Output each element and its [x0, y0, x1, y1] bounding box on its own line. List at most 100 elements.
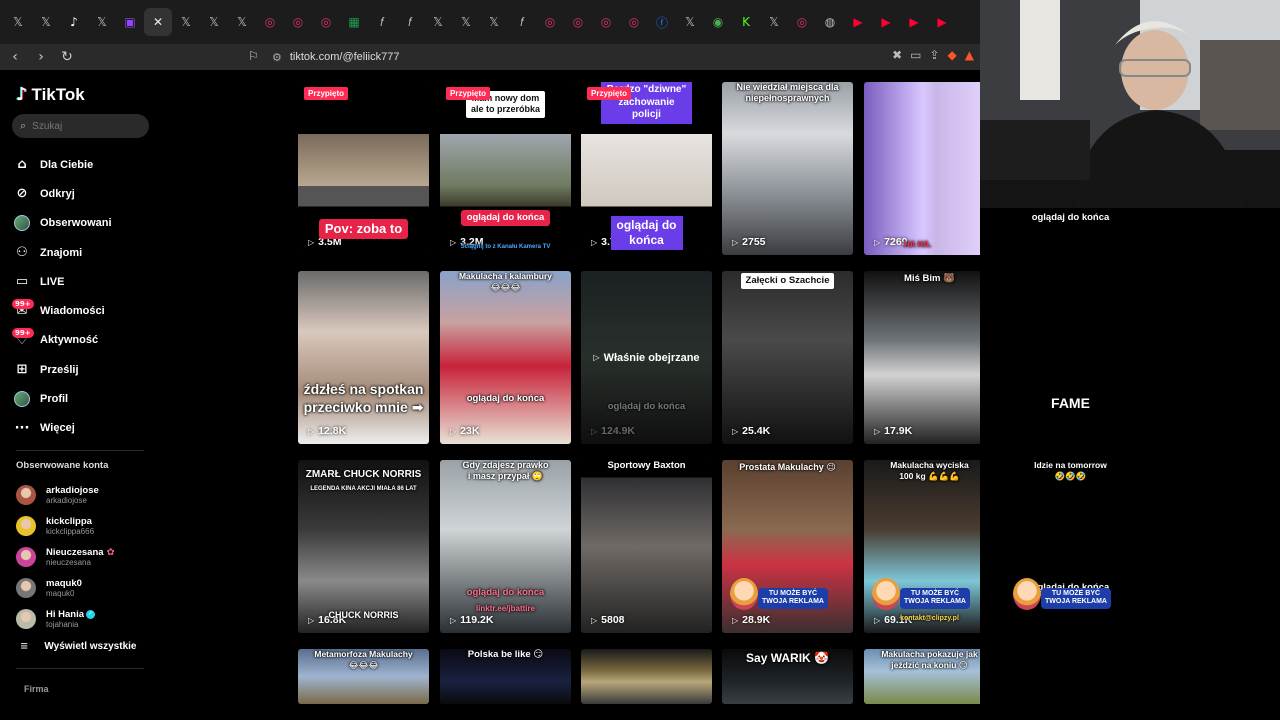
x-icon[interactable]: 𝕏 [32, 8, 60, 36]
url-field[interactable]: ⚙ tiktok.com/@feliick777 [272, 44, 399, 70]
video-card[interactable]: Sportowy Baxton ▷ 5808 [581, 460, 712, 633]
x-icon[interactable]: 𝕏 [424, 8, 452, 36]
instagram-icon[interactable]: ◎ [284, 8, 312, 36]
x-icon[interactable]: 𝕏 [88, 8, 116, 36]
youtube-icon[interactable]: ▶ [928, 8, 956, 36]
video-card[interactable]: PrzypiętoMam nowy dom ale to przeróbkaog… [440, 82, 571, 255]
sidebar-item-wiadomosci[interactable]: ✉ 99+ Wiadomości [12, 296, 112, 325]
instagram-icon[interactable]: ◎ [564, 8, 592, 36]
avatar [16, 546, 36, 567]
view-count: ▷ 2755 [732, 236, 766, 248]
sidebar-item-obserwowani[interactable]: Obserwowani [14, 209, 112, 238]
mute-icon[interactable]: ✖ [892, 48, 902, 62]
youtube-icon[interactable]: ▶ [900, 8, 928, 36]
sidebar-item-label: Znajomi [40, 246, 83, 259]
globe-icon[interactable]: ◍ [816, 8, 844, 36]
video-card[interactable]: Makulacha wyciska 100 kg 💪💪💪 kontakt@clip… [864, 460, 995, 633]
sidebar-item-live[interactable]: ▭ LIVE [14, 267, 112, 296]
script-icon[interactable]: 𝑓 [396, 8, 424, 36]
instagram-icon[interactable]: ◎ [788, 8, 816, 36]
firma-link[interactable]: Firma [24, 684, 49, 694]
video-caption: Metamorfoza Makulachy 😂😂😂 [314, 649, 413, 670]
x-icon[interactable]: 𝕏 [676, 8, 704, 36]
instagram-icon[interactable]: ◎ [620, 8, 648, 36]
avatar [16, 485, 36, 506]
video-caption: Idzie na tomorrow 🤣🤣🤣 [1034, 460, 1107, 481]
sidebar-item-znajomi[interactable]: ⚇ Znajomi [14, 238, 112, 267]
forward-icon[interactable]: › [30, 49, 52, 65]
instagram-icon[interactable]: ◎ [256, 8, 284, 36]
instagram-icon[interactable]: ◎ [312, 8, 340, 36]
video-card[interactable]: HA HA. ▷ 7269 [864, 82, 995, 255]
video-card[interactable]: Prostata Makulachy 😉 TU MOŻE BYĆ TWOJA RE… [722, 460, 853, 633]
share-icon[interactable]: ⇪ [929, 48, 939, 62]
sidebar-item-profil[interactable]: Profil [14, 384, 112, 413]
list-icon: ≡ [20, 641, 29, 652]
sheets-icon[interactable]: ▦ [340, 8, 368, 36]
close-icon[interactable]: ✕ [144, 8, 172, 36]
tiktok-icon[interactable]: ♪ [60, 8, 88, 36]
cast-icon[interactable]: ▭ [910, 48, 921, 62]
following-item[interactable]: arkadiojose arkadiojose [16, 480, 115, 511]
video-card[interactable]: Metamorfoza Makulachy 😂😂😂 [298, 649, 429, 704]
tiktok-logo[interactable]: ♪ TikTok [16, 84, 85, 105]
video-card[interactable]: ZMARŁ CHUCK NORRIS LEGENDA KINA AKCJI MIA… [298, 460, 429, 633]
video-card[interactable]: Makulacha i kalambury 😂😂😂 oglądaj do końc… [440, 271, 571, 444]
search-box[interactable]: ⌕ [12, 114, 149, 138]
x-icon[interactable]: 𝕏 [228, 8, 256, 36]
x-icon[interactable]: 𝕏 [172, 8, 200, 36]
url-text: tiktok.com/@feliick777 [289, 51, 400, 63]
video-card[interactable]: źdzłeś na spotkan przeciwko mnie ➡ ▷ 12.8K [298, 271, 429, 444]
google-icon[interactable]: ◉ [704, 8, 732, 36]
show-all-label: Wyświetl wszystkie [44, 641, 137, 652]
video-card[interactable]: oglądaj do końca▷Właśnie obejrzane▷124.9… [581, 271, 712, 444]
sidebar-item-odkryj[interactable]: ⊘ Odkryj [14, 179, 112, 208]
youtube-icon[interactable]: ▶ [844, 8, 872, 36]
script-icon[interactable]: 𝑓 [508, 8, 536, 36]
video-card[interactable]: Przypięto Pov: zoba to ▷ 3.5M [298, 82, 429, 255]
instagram-icon[interactable]: ◎ [592, 8, 620, 36]
following-item[interactable]: Nieuczesana ✿ nieuczesana [16, 542, 115, 573]
facebook-icon[interactable]: ⓕ [648, 8, 676, 36]
following-item[interactable]: maquk0 maquk0 [16, 572, 115, 603]
video-card[interactable]: Say WARIK 🤡 [722, 649, 853, 704]
x-icon[interactable]: 𝕏 [4, 8, 32, 36]
site-settings-icon[interactable]: ⚙ [272, 51, 282, 64]
bookmark-icon[interactable]: ⚐ [248, 49, 259, 63]
youtube-icon[interactable]: ▶ [872, 8, 900, 36]
sidebar-item-dla-ciebie[interactable]: ⌂ Dla Ciebie [14, 150, 112, 179]
brave-rewards-icon[interactable]: ▲ [965, 48, 974, 62]
video-card[interactable]: Załęcki o Szachcie ▷ 25.4K [722, 271, 853, 444]
video-card[interactable]: PrzypiętoBardzo "dziwne" zachowanie poli… [581, 82, 712, 255]
video-caption: kontakt@clipzy.pl [900, 615, 959, 622]
following-item[interactable]: kickclippa kickclippa666 [16, 511, 115, 542]
video-card[interactable]: Miś Bim 🐻 ▷ 17.9K [864, 271, 995, 444]
video-card[interactable]: Gdy zdajesz prawko i masz przypał 🙄 ogląd… [440, 460, 571, 633]
twitch-icon[interactable]: ▣ [116, 8, 144, 36]
sidebar-item-aktywnosc[interactable]: ♡ 99+ Aktywność [12, 326, 112, 355]
following-item[interactable]: Hi Hania ✓ tojahania [16, 603, 115, 634]
search-input[interactable] [32, 120, 133, 132]
sidebar-item-wiecej[interactable]: ··· Więcej [14, 414, 112, 443]
x-icon[interactable]: 𝕏 [480, 8, 508, 36]
back-icon[interactable]: ‹ [4, 49, 26, 65]
video-card[interactable]: Makulacha pokazuje jak jeździć na koniu … [864, 649, 995, 704]
x-icon[interactable]: 𝕏 [760, 8, 788, 36]
view-count: ▷ 119.2K [450, 614, 493, 626]
upload-icon: ⊞ [16, 362, 28, 378]
video-card[interactable]: Nie wiedział miejsca dla niepełnosprawny… [722, 82, 853, 255]
kick-icon[interactable]: K [732, 8, 760, 36]
video-thumbnail [298, 271, 429, 444]
sidebar-item-przeslij[interactable]: ⊞ Prześlij [14, 355, 112, 384]
instagram-icon[interactable]: ◎ [536, 8, 564, 36]
video-caption: Makulacha wyciska 100 kg 💪💪💪 [890, 460, 969, 481]
show-all-button[interactable]: ≡ Wyświetl wszystkie [20, 641, 136, 652]
x-icon[interactable]: 𝕏 [200, 8, 228, 36]
brave-shield-icon[interactable]: ◆ [948, 48, 957, 62]
video-thumbnail [581, 649, 712, 704]
x-icon[interactable]: 𝕏 [452, 8, 480, 36]
video-card[interactable] [581, 649, 712, 704]
script-icon[interactable]: 𝑓 [368, 8, 396, 36]
reload-icon[interactable]: ↻ [56, 49, 78, 65]
video-card[interactable]: Polska be like 😏 [440, 649, 571, 704]
